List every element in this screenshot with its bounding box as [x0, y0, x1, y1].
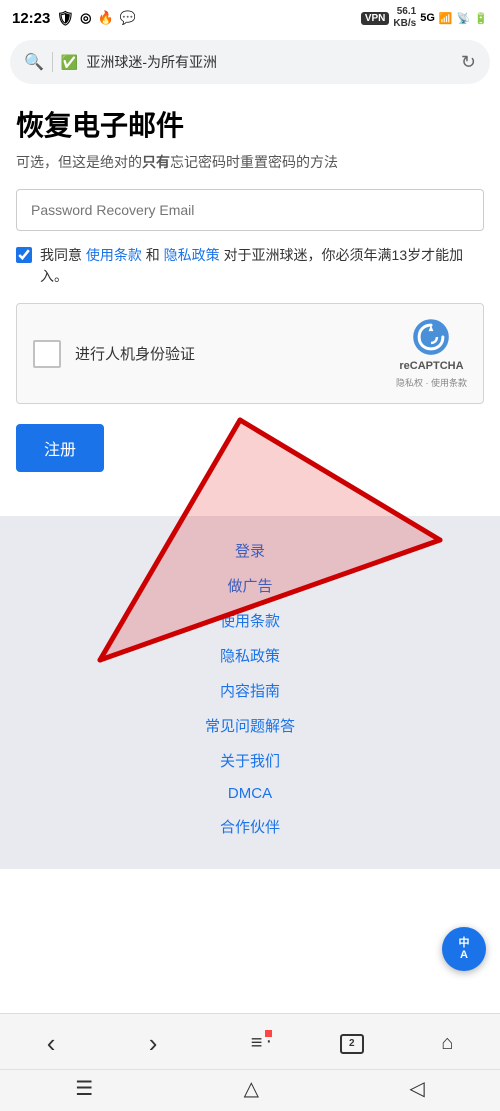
reload-icon[interactable]: ↻ [461, 52, 476, 73]
recaptcha-terms-link[interactable]: 使用条款 [431, 378, 467, 388]
nav-notification-dot: · [265, 1030, 272, 1037]
recaptcha-left: 进行人机身份验证 [33, 340, 195, 368]
recaptcha-right: reCAPTCHA 隐私权 · 使用条款 [396, 318, 467, 389]
battery-icon: 🔋 [474, 12, 488, 25]
footer-link-content[interactable]: 内容指南 [220, 680, 280, 701]
search-icon: 🔍 [24, 52, 44, 72]
footer-link-dmca[interactable]: DMCA [228, 785, 272, 802]
forward-button[interactable]: › [133, 1024, 174, 1063]
speed-indicator: 56.1 KB/s [393, 6, 416, 30]
divider [52, 52, 53, 72]
system-menu-icon[interactable]: ☰ [55, 1074, 113, 1103]
recaptcha-policy-links: 隐私权 · 使用条款 [396, 376, 467, 389]
bottom-nav: ‹ › ≡ · 2 ⌂ ☰ △ ◁ [0, 1013, 500, 1111]
register-button[interactable]: 注册 [16, 424, 104, 472]
recaptcha-widget[interactable]: 进行人机身份验证 reCAPTCHA 隐私权 · 使用条款 [16, 303, 484, 404]
status-bar: 12:23 🛡 ◎ 🔥 💬 VPN 56.1 KB/s 5G 📶 📡 🔋 [0, 0, 500, 36]
terms-link[interactable]: 使用条款 [86, 247, 142, 263]
translate-fab-label: 中 A [459, 937, 470, 961]
browser-address-bar[interactable]: 🔍 ✅ 亚洲球迷-为所有亚洲 ↻ [10, 40, 490, 84]
translate-fab[interactable]: 中 A [442, 927, 486, 971]
terms-row: 我同意 使用条款 和 隐私政策 对于亚洲球迷，你必须年满13岁才能加入。 [16, 245, 484, 287]
back-button[interactable]: ‹ [31, 1024, 72, 1063]
system-nav-bar: ☰ △ ◁ [0, 1069, 500, 1111]
page-title: 恢复电子邮件 [16, 104, 484, 144]
terms-checkbox[interactable] [16, 247, 32, 263]
shield-icon: 🛡 [56, 10, 74, 27]
home-button[interactable]: ⌂ [425, 1028, 469, 1059]
email-input[interactable] [16, 189, 484, 231]
wifi-icon: 📡 [457, 12, 471, 25]
secure-icon: ✅ [61, 54, 78, 71]
tab-count: 2 [340, 1034, 364, 1054]
footer-link-about[interactable]: 关于我们 [220, 750, 280, 771]
tabs-button[interactable]: 2 [340, 1034, 364, 1054]
vpn-badge: VPN [361, 12, 390, 25]
subtitle: 可选，但这是绝对的只有忘记密码时重置密码的方法 [16, 152, 484, 173]
recaptcha-privacy-link[interactable]: 隐私权 [396, 378, 423, 388]
signal-bars-icon: 📶 [439, 12, 453, 25]
footer-link-terms[interactable]: 使用条款 [220, 610, 280, 631]
footer-link-login[interactable]: 登录 [235, 540, 265, 561]
footer-link-faq[interactable]: 常见问题解答 [205, 715, 295, 736]
browser-menu-button[interactable]: ≡ · [235, 1028, 279, 1059]
status-time: 12:23 [12, 10, 50, 27]
fire-icon: 🔥 [98, 10, 114, 26]
privacy-link[interactable]: 隐私政策 [164, 247, 220, 263]
url-text[interactable]: 亚洲球迷-为所有亚洲 [86, 52, 453, 72]
recaptcha-checkbox[interactable] [33, 340, 61, 368]
footer-link-partner[interactable]: 合作伙伴 [220, 816, 280, 837]
system-back-icon[interactable]: ◁ [389, 1074, 444, 1103]
recaptcha-logo-icon [412, 318, 450, 356]
circle-icon: ◎ [80, 10, 91, 26]
chat-icon: 💬 [120, 10, 136, 26]
main-content: 恢复电子邮件 可选，但这是绝对的只有忘记密码时重置密码的方法 我同意 使用条款 … [0, 88, 500, 496]
browser-nav-bar: ‹ › ≡ · 2 ⌂ [0, 1014, 500, 1069]
recaptcha-brand-label: reCAPTCHA [399, 360, 463, 372]
footer-link-privacy[interactable]: 隐私政策 [220, 645, 280, 666]
signal-5g-icon: 5G [420, 12, 435, 24]
footer-section: 登录 做广告 使用条款 隐私政策 内容指南 常见问题解答 关于我们 DMCA 合… [0, 516, 500, 869]
footer-link-advertise[interactable]: 做广告 [227, 575, 272, 596]
recaptcha-label: 进行人机身份验证 [75, 343, 195, 364]
system-home-icon[interactable]: △ [224, 1074, 279, 1103]
